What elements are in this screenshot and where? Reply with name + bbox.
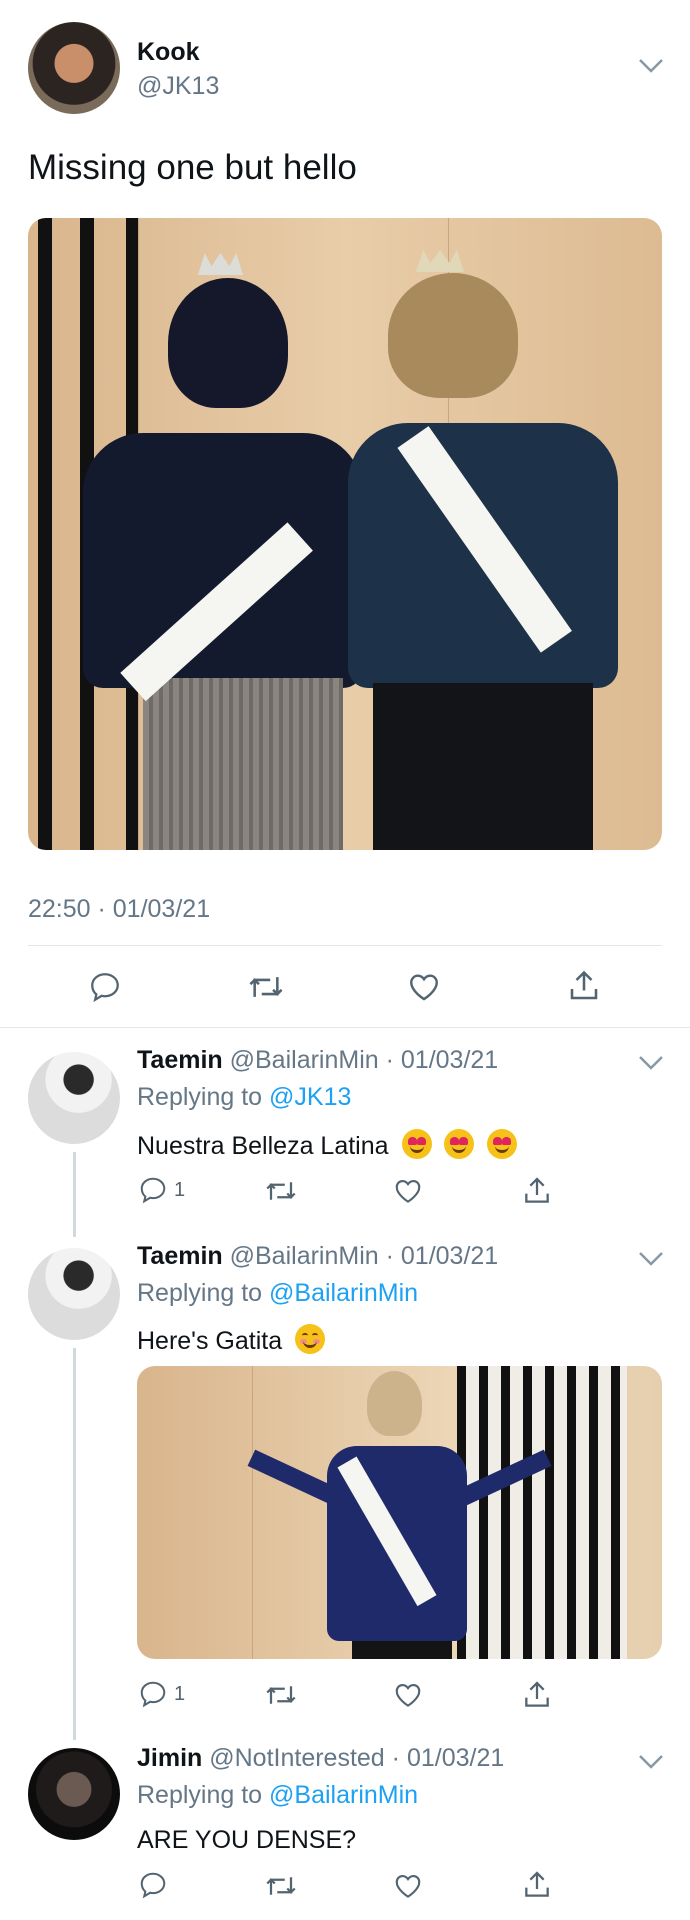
reply-header: Taemin @BailarinMin · 01/03/21 — [137, 1046, 498, 1075]
like-icon[interactable] — [406, 970, 442, 1004]
like-icon[interactable] — [392, 1871, 424, 1901]
author-handle[interactable]: @BailarinMin — [230, 1242, 379, 1270]
thread-line — [73, 1348, 76, 1740]
reply-action[interactable]: 1 — [138, 1175, 185, 1205]
avatar[interactable] — [28, 22, 120, 114]
reply-count: 1 — [174, 1178, 186, 1201]
reply-text: Here's Gatita — [137, 1324, 326, 1356]
section-divider — [0, 1027, 690, 1028]
avatar[interactable] — [28, 1248, 120, 1340]
reply-header: Taemin @BailarinMin · 01/03/21 — [137, 1242, 498, 1271]
author-name[interactable]: Jimin — [137, 1744, 202, 1772]
blush-emoji — [295, 1324, 326, 1354]
tweet-text: Missing one but hello — [28, 148, 357, 187]
mention-link[interactable]: @JK13 — [269, 1083, 351, 1111]
retweet-icon[interactable] — [264, 1680, 298, 1710]
share-icon[interactable] — [521, 1869, 553, 1901]
share-icon[interactable] — [521, 1175, 553, 1207]
chevron-down-icon[interactable] — [638, 1055, 664, 1071]
reply-count: 1 — [174, 1682, 186, 1705]
tweet-photo[interactable] — [28, 218, 662, 850]
thread-line — [73, 1152, 76, 1237]
reply-icon — [138, 1679, 168, 1709]
reply-text: ARE YOU DENSE? — [137, 1826, 357, 1854]
chevron-down-icon[interactable] — [638, 1251, 664, 1267]
reply-action[interactable]: 1 — [138, 1679, 185, 1709]
reply-photo[interactable] — [137, 1366, 662, 1659]
heart-eyes-emoji — [401, 1129, 432, 1159]
like-icon[interactable] — [392, 1680, 424, 1710]
avatar[interactable] — [28, 1748, 120, 1840]
share-icon[interactable] — [521, 1679, 553, 1711]
author-handle[interactable]: @JK13 — [137, 72, 219, 101]
reply-text: Nuestra Belleza Latina — [137, 1129, 518, 1161]
author-name[interactable]: Taemin — [137, 1242, 223, 1270]
retweet-icon[interactable] — [264, 1871, 298, 1901]
author-handle[interactable]: @BailarinMin — [230, 1046, 379, 1074]
author-name[interactable]: Taemin — [137, 1046, 223, 1074]
reply-icon[interactable] — [88, 970, 122, 1004]
share-icon[interactable] — [566, 968, 602, 1004]
replying-to: Replying to @JK13 — [137, 1083, 352, 1111]
chevron-down-icon[interactable] — [638, 58, 664, 74]
mention-link[interactable]: @BailarinMin — [269, 1781, 418, 1809]
mention-link[interactable]: @BailarinMin — [269, 1279, 418, 1307]
retweet-icon[interactable] — [264, 1176, 298, 1206]
retweet-icon[interactable] — [247, 970, 285, 1004]
author-handle[interactable]: @NotInterested — [209, 1744, 384, 1772]
reply-date: · 01/03/21 — [385, 1046, 499, 1074]
replying-to: Replying to @BailarinMin — [137, 1781, 419, 1809]
divider — [28, 945, 662, 946]
chevron-down-icon[interactable] — [638, 1754, 664, 1770]
heart-eyes-emoji — [487, 1129, 518, 1159]
reply-header: Jimin @NotInterested · 01/03/21 — [137, 1744, 504, 1773]
reply-date: · 01/03/21 — [391, 1744, 505, 1772]
tweet-timestamp[interactable]: 22:50 · 01/03/21 — [28, 895, 210, 924]
author-name[interactable]: Kook — [137, 38, 200, 67]
reply-icon — [138, 1175, 168, 1205]
avatar[interactable] — [28, 1052, 120, 1144]
reply-icon[interactable] — [138, 1870, 168, 1900]
heart-eyes-emoji — [444, 1129, 475, 1159]
reply-date: · 01/03/21 — [385, 1242, 499, 1270]
like-icon[interactable] — [392, 1176, 424, 1206]
replying-to: Replying to @BailarinMin — [137, 1279, 419, 1307]
